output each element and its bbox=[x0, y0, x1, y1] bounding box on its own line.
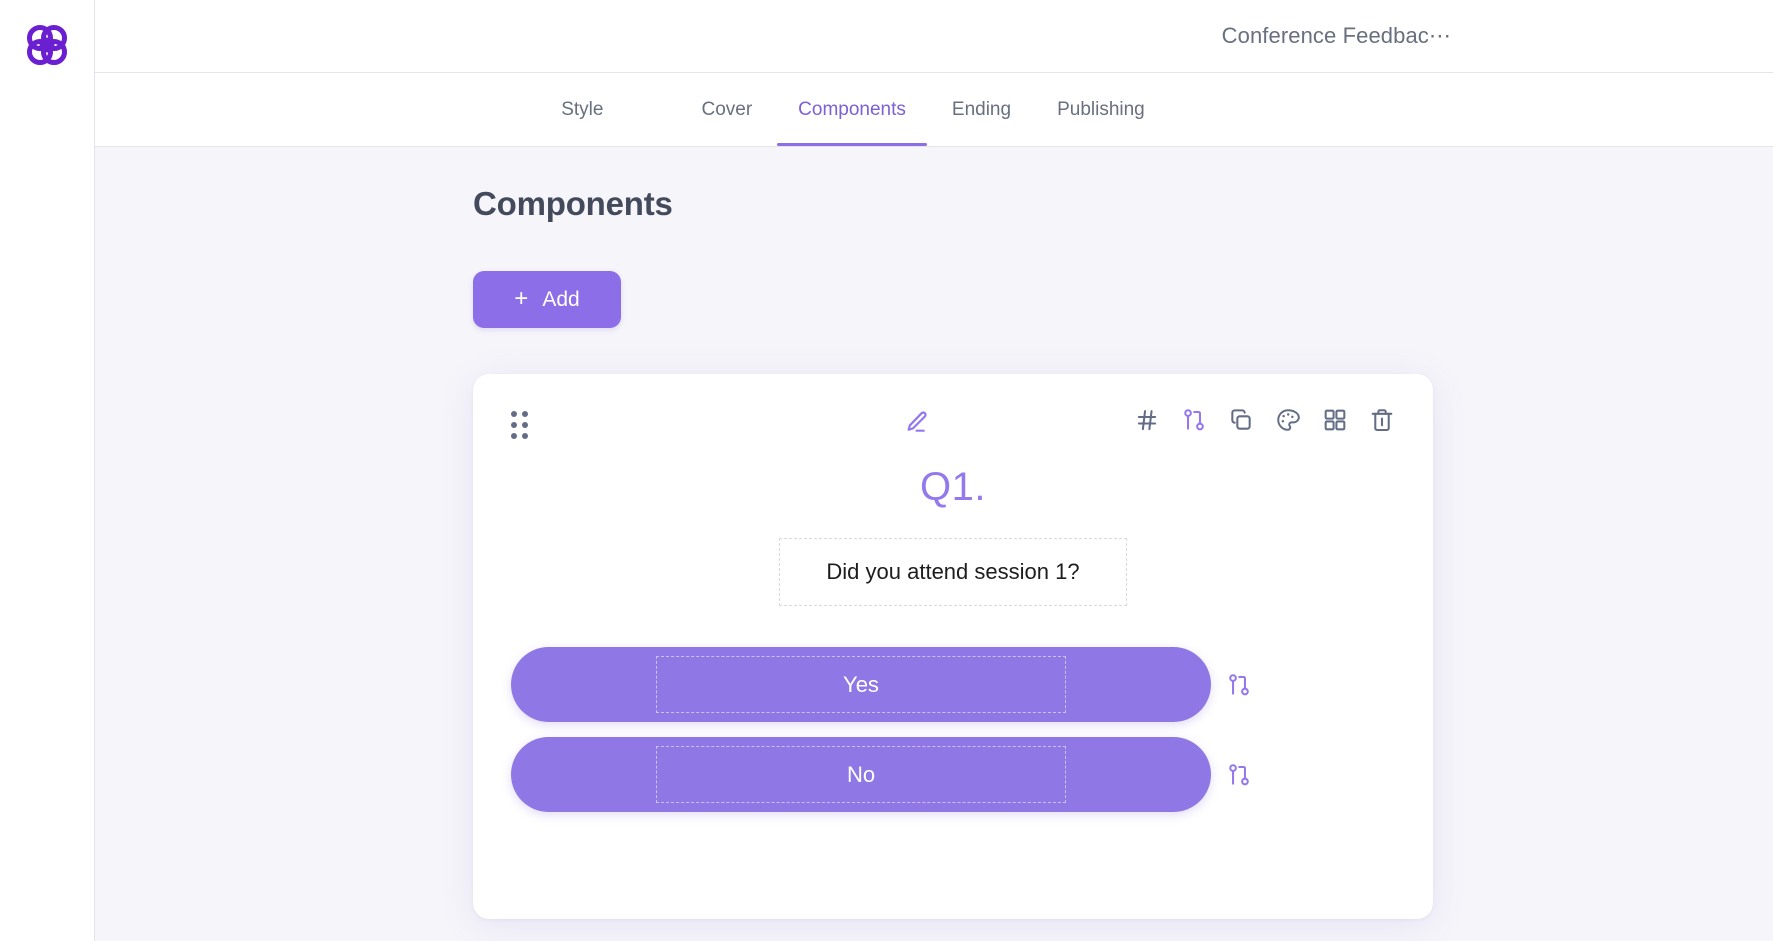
question-text-field[interactable]: Did you attend session 1? bbox=[779, 538, 1127, 606]
document-title[interactable]: Conference Feedbac⋯ bbox=[1222, 23, 1451, 49]
app-logo[interactable] bbox=[22, 20, 72, 70]
quatrefoil-logo-icon bbox=[24, 22, 70, 68]
right-side: Conference Feedbac⋯ Style Cover Componen… bbox=[95, 0, 1773, 941]
copy-duplicate-icon[interactable] bbox=[1228, 407, 1254, 433]
app-root: Conference Feedbac⋯ Style Cover Componen… bbox=[0, 0, 1773, 941]
git-branch-logic-icon[interactable] bbox=[1181, 407, 1207, 433]
question-number: Q1. bbox=[920, 465, 986, 509]
tabbar: Style Cover Components Ending Publishing bbox=[95, 73, 1773, 147]
hash-icon[interactable] bbox=[1134, 407, 1160, 433]
add-button-label: Add bbox=[542, 287, 580, 311]
page-title: Components bbox=[473, 185, 673, 222]
tab-publishing[interactable]: Publishing bbox=[1034, 73, 1168, 146]
tab-cover-label: Cover bbox=[701, 98, 753, 120]
palette-icon[interactable] bbox=[1275, 407, 1301, 433]
tab-cover[interactable]: Cover bbox=[678, 73, 775, 146]
answer-row: Yes bbox=[511, 647, 1395, 722]
grid-layout-icon[interactable] bbox=[1322, 407, 1348, 433]
answer-option-no[interactable]: No bbox=[511, 737, 1211, 812]
left-rail bbox=[0, 0, 95, 941]
answer-option-yes[interactable]: Yes bbox=[511, 647, 1211, 722]
tab-components-label: Components bbox=[798, 98, 906, 120]
tab-components[interactable]: Components bbox=[775, 73, 929, 146]
answer-options-list: Yes No bbox=[511, 647, 1395, 812]
plus-icon: + bbox=[514, 284, 529, 312]
card-tool-icons bbox=[1134, 407, 1395, 433]
tab-list: Style Cover Components Ending Publishing bbox=[538, 73, 1168, 146]
tab-ending[interactable]: Ending bbox=[929, 73, 1034, 146]
topbar: Conference Feedbac⋯ bbox=[95, 0, 1773, 73]
tab-style[interactable]: Style bbox=[538, 73, 626, 146]
tab-style-label: Style bbox=[561, 98, 604, 120]
answer-logic-icon-yes[interactable] bbox=[1226, 672, 1252, 698]
card-toolbar bbox=[511, 408, 1395, 442]
component-card: Q1. Did you attend session 1? Yes No bbox=[473, 374, 1433, 919]
main-canvas: Components + Add Q1. Did you attend sess… bbox=[95, 147, 1773, 941]
answer-row: No bbox=[511, 737, 1395, 812]
tab-ending-label: Ending bbox=[951, 98, 1012, 120]
drag-dots-icon[interactable] bbox=[511, 411, 528, 439]
component-card-shell: Q1. Did you attend session 1? Yes No bbox=[473, 374, 1433, 919]
answer-logic-icon-no[interactable] bbox=[1226, 762, 1252, 788]
add-component-button[interactable]: + Add bbox=[473, 271, 621, 328]
answer-option-yes-label: Yes bbox=[843, 671, 879, 697]
pencil-edit-icon[interactable] bbox=[902, 409, 930, 437]
answer-option-no-label: No bbox=[846, 761, 876, 787]
trash-delete-icon[interactable] bbox=[1369, 407, 1395, 433]
tab-publishing-label: Publishing bbox=[1057, 98, 1145, 120]
